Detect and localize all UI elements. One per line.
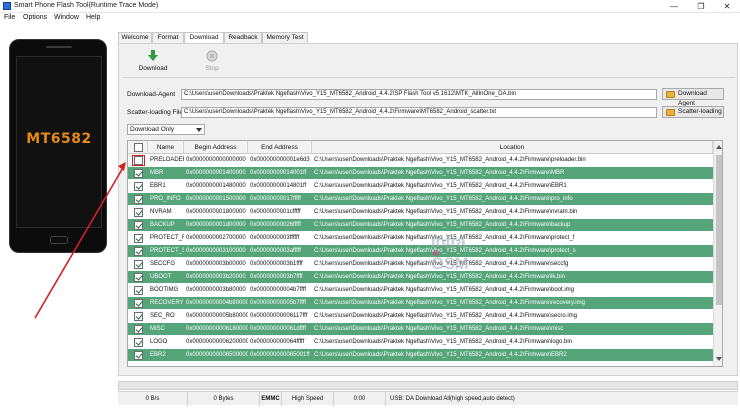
annotation-arrow [34,162,126,319]
